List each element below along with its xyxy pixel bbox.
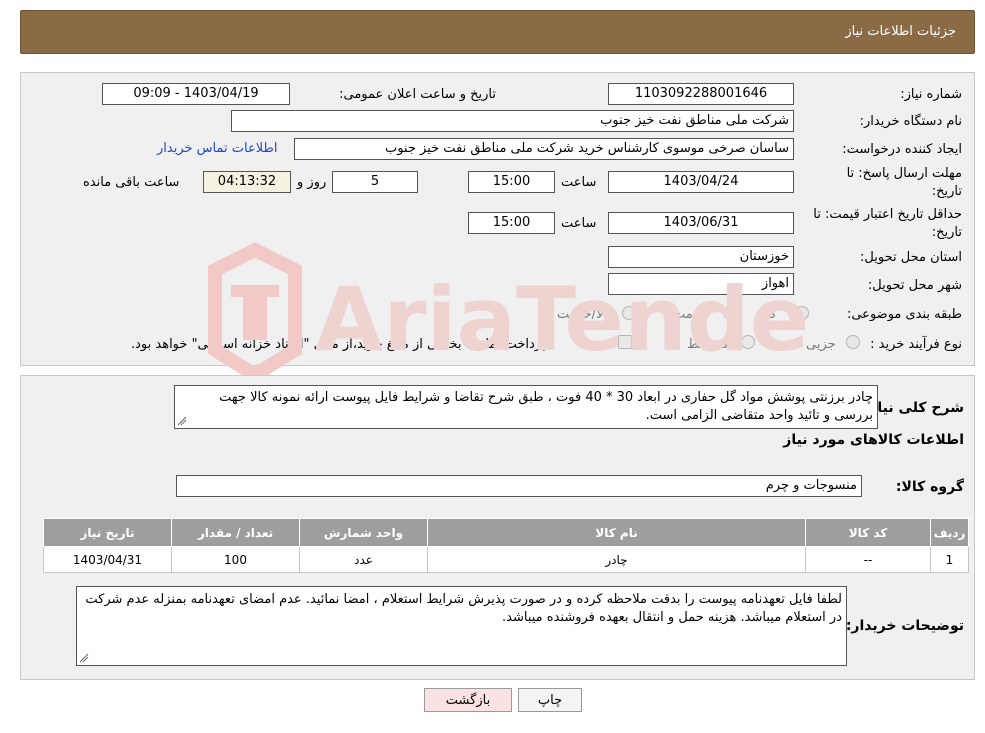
process-minor-radio[interactable] — [846, 335, 860, 349]
validity-label-date: تاریخ: — [931, 225, 962, 240]
category-goods-service-label: کالا/خدمت — [557, 307, 614, 322]
cell-row-number: 1 — [930, 546, 969, 573]
deadline-label-date: تاریخ: — [931, 184, 962, 199]
announce-datetime-label: تاریخ و ساعت اعلان عمومی: — [339, 87, 496, 102]
col-goods-name: نام کالا — [427, 518, 806, 547]
cell-goods-code: -- — [805, 546, 931, 573]
category-label: طبقه بندی موضوعی: — [846, 307, 962, 322]
table-row: 1 -- چادر عدد 100 1403/04/31 — [43, 546, 969, 573]
cell-need-date: 1403/04/31 — [43, 546, 172, 573]
category-service-radio[interactable] — [723, 306, 737, 320]
days-label: روز و — [297, 175, 327, 190]
buyer-notes-textarea[interactable]: لطفا فایل تعهدنامه پیوست را بدقت ملاحظه … — [76, 586, 847, 666]
page-title: جزئیات اطلاعات نیاز — [845, 24, 956, 39]
cell-quantity: 100 — [171, 546, 300, 573]
cell-unit: عدد — [299, 546, 428, 573]
province-label: استان محل تحویل: — [860, 250, 962, 265]
col-unit: واحد شمارش — [299, 518, 428, 547]
col-row-number: ردیف — [930, 518, 969, 547]
province-field: خوزستان — [608, 246, 794, 268]
print-button[interactable]: چاپ — [518, 688, 582, 712]
creator-field: ساسان صرخی موسوی کارشناس خرید شرکت ملی م… — [294, 138, 794, 160]
creator-label: ایجاد کننده درخواست: — [842, 142, 962, 157]
goods-info-title: اطلاعات کالاهای مورد نیاز — [783, 432, 964, 448]
need-number-field: 1103092288001646 — [608, 83, 794, 105]
category-service-label: خدمت — [673, 307, 708, 322]
goods-group-field: منسوجات و چرم — [176, 475, 862, 497]
treasury-note: پرداخت تمام یا بخشی از مبلغ خرید،از محل … — [131, 337, 546, 352]
treasury-checkbox[interactable] — [618, 335, 632, 349]
process-medium-label: متوسط — [687, 337, 728, 352]
deadline-time-label: ساعت — [561, 175, 597, 190]
goods-table-header-row: ردیف کد کالا نام کالا واحد شمارش تعداد /… — [43, 518, 969, 547]
need-info-panel: شماره نیاز: 1103092288001646 تاریخ و ساع… — [20, 72, 975, 366]
buyer-org-label: نام دستگاه خریدار: — [859, 114, 962, 129]
process-label: نوع فرآیند خرید : — [870, 337, 962, 352]
category-goods-service-radio[interactable] — [622, 306, 636, 320]
category-goods-label: کالا — [759, 307, 777, 322]
category-goods-radio[interactable] — [795, 306, 809, 320]
process-medium-radio[interactable] — [741, 335, 755, 349]
announce-datetime-field: 1403/04/19 - 09:09 — [102, 83, 290, 105]
remaining-time-field: 04:13:32 — [203, 171, 291, 193]
resize-grip-icon[interactable] — [177, 416, 187, 426]
cell-goods-name: چادر — [427, 546, 806, 573]
goods-details-panel: شرح کلی نیاز: چادر برزنتی پوشش مواد گل ح… — [20, 375, 975, 680]
back-button[interactable]: بازگشت — [424, 688, 512, 712]
process-minor-label: جزیی — [806, 337, 836, 352]
buyer-org-field: شرکت ملی مناطق نفت خیز جنوب — [231, 110, 794, 132]
buyer-contact-link[interactable]: اطلاعات تماس خریدار — [157, 141, 277, 156]
validity-time-label: ساعت — [561, 216, 597, 231]
need-number-label: شماره نیاز: — [900, 87, 962, 102]
resize-grip-icon[interactable] — [79, 653, 89, 663]
remaining-days-field: 5 — [332, 171, 418, 193]
deadline-time-field: 15:00 — [468, 171, 555, 193]
need-summary-label: شرح کلی نیاز: — [863, 400, 964, 416]
col-need-date: تاریخ نیاز — [43, 518, 172, 547]
buyer-notes-text: لطفا فایل تعهدنامه پیوست را بدقت ملاحظه … — [85, 592, 842, 625]
need-summary-text: چادر برزنتی پوشش مواد گل حفاری در ابعاد … — [219, 390, 873, 423]
validity-time-field: 15:00 — [468, 212, 555, 234]
col-goods-code: کد کالا — [805, 518, 931, 547]
remaining-label: ساعت باقی مانده — [83, 175, 180, 190]
need-summary-textarea[interactable]: چادر برزنتی پوشش مواد گل حفاری در ابعاد … — [174, 385, 878, 429]
deadline-label: مهلت ارسال پاسخ: تا — [846, 166, 962, 181]
validity-date-field: 1403/06/31 — [608, 212, 794, 234]
city-field: اهواز — [608, 273, 794, 295]
col-quantity: تعداد / مقدار — [171, 518, 300, 547]
goods-group-label: گروه کالا: — [895, 479, 964, 495]
buyer-notes-label: توضیحات خریدار: — [845, 618, 964, 634]
validity-label: حداقل تاریخ اعتبار قیمت: تا — [813, 207, 962, 222]
deadline-date-field: 1403/04/24 — [608, 171, 794, 193]
page-header: جزئیات اطلاعات نیاز — [20, 10, 975, 54]
goods-table: ردیف کد کالا نام کالا واحد شمارش تعداد /… — [43, 518, 969, 573]
city-label: شهر محل تحویل: — [867, 278, 962, 293]
